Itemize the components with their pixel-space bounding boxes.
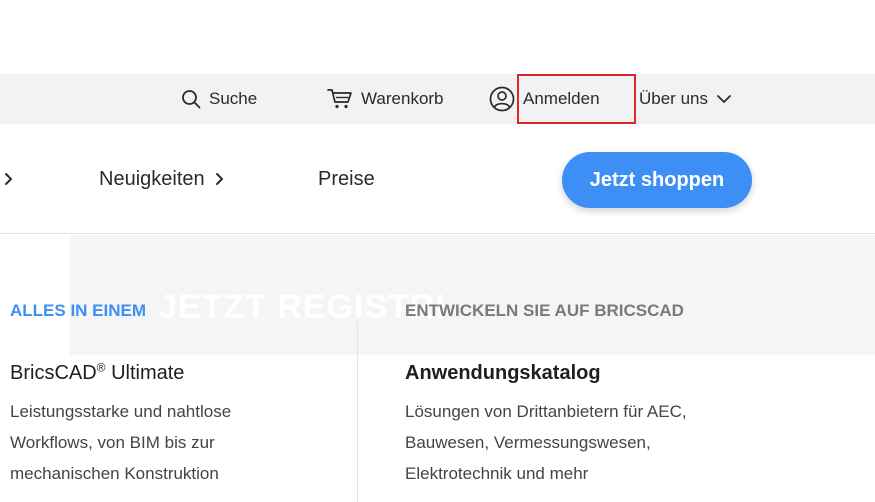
cart-label: Warenkorb	[361, 89, 444, 108]
catalog-description: Lösungen von Drittanbietern für AEC, Bau…	[405, 396, 865, 489]
column-eyebrow: ENTWICKELN SIE AUF BRICSCAD	[405, 301, 684, 320]
nav-item-previous[interactable]	[4, 124, 14, 234]
registered-mark: ®	[96, 360, 106, 375]
product-description: Leistungsstarke und nahtlose Workflows, …	[10, 396, 350, 489]
utility-bar: Suche Warenkorb Anmelden Über uns	[0, 74, 875, 124]
description-line: Leistungsstarke und nahtlose	[10, 402, 232, 421]
user-circle-icon	[489, 86, 515, 112]
menu-column-develop: ENTWICKELN SIE AUF BRICSCAD Anwendungska…	[405, 300, 865, 489]
description-line: mechanischen Konstruktion	[10, 464, 219, 483]
description-line: Bauwesen, Vermessungswesen,	[405, 433, 651, 452]
nav-item-label: Neuigkeiten	[99, 167, 205, 190]
highlight-box	[517, 74, 636, 124]
product-edition: Ultimate	[105, 362, 185, 384]
cart-icon	[327, 89, 352, 109]
cart-link[interactable]: Warenkorb	[327, 74, 444, 124]
app-catalog-link[interactable]: Anwendungskatalog	[405, 360, 865, 386]
nav-item-preise[interactable]: Preise	[318, 124, 375, 234]
about-dropdown[interactable]: Über uns	[639, 74, 732, 124]
chevron-down-icon	[717, 95, 731, 103]
description-line: Lösungen von Drittanbietern für AEC,	[405, 402, 687, 421]
description-line: Elektrotechnik und mehr	[405, 464, 589, 483]
chevron-right-icon	[215, 173, 223, 185]
menu-column-all-in-one: ALLES IN EINEM BricsCAD® Ultimate Leistu…	[10, 300, 350, 489]
column-eyebrow: ALLES IN EINEM	[10, 301, 147, 320]
main-nav: Neuigkeiten Preise Jetzt shoppen	[0, 124, 875, 234]
about-label: Über uns	[639, 89, 708, 108]
column-divider	[357, 322, 358, 502]
search-label: Suche	[209, 89, 258, 108]
product-title-link[interactable]: BricsCAD® Ultimate	[10, 360, 350, 386]
nav-item-neuigkeiten[interactable]: Neuigkeiten	[99, 124, 225, 234]
shop-now-button[interactable]: Jetzt shoppen	[562, 152, 752, 208]
search-icon	[182, 90, 201, 109]
product-name: BricsCAD	[10, 362, 97, 384]
nav-item-label: Preise	[318, 167, 375, 190]
search-link[interactable]: Suche	[181, 74, 257, 124]
description-line: Workflows, von BIM bis zur	[10, 433, 215, 452]
chevron-right-icon	[5, 173, 12, 185]
